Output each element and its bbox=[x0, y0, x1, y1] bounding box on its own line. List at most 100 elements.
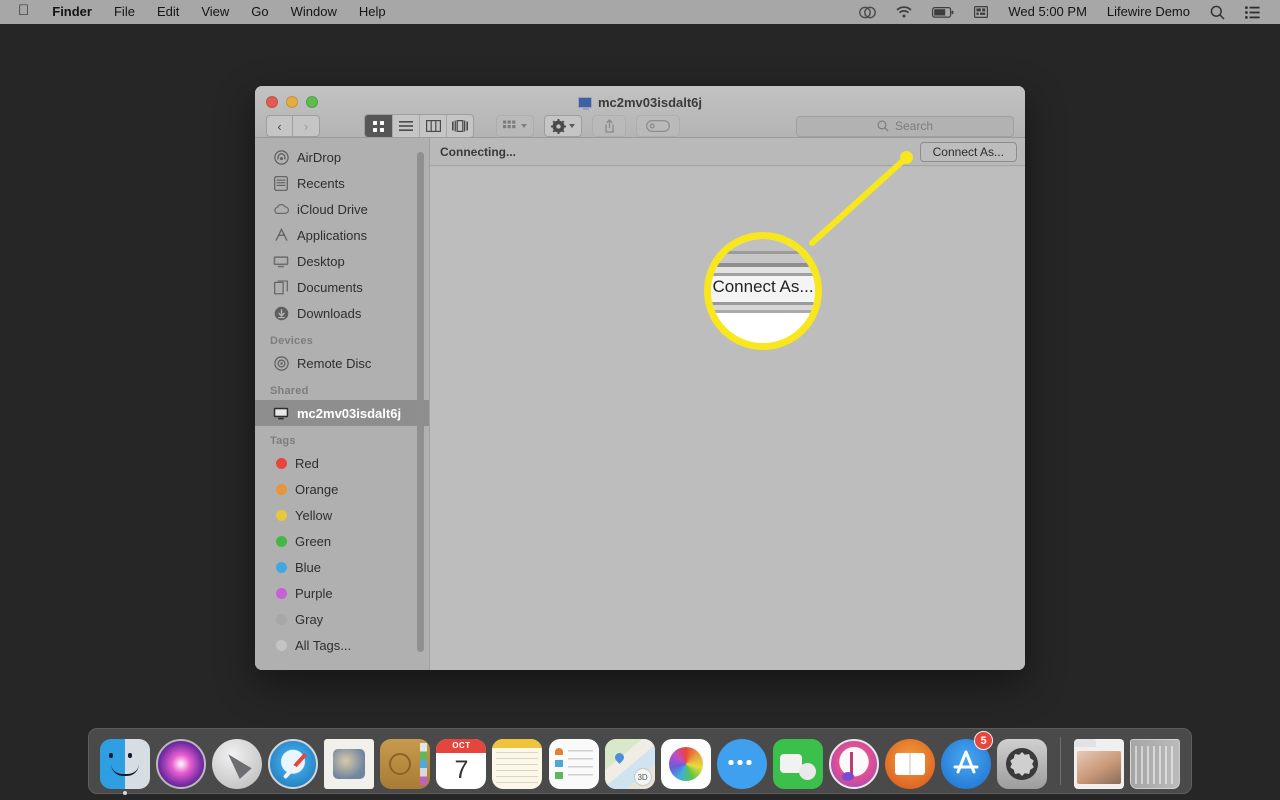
tag-dot-icon bbox=[276, 639, 287, 651]
view-mode-buttons bbox=[364, 114, 474, 138]
dock-item-mail[interactable] bbox=[323, 733, 375, 789]
battery-icon[interactable] bbox=[922, 0, 964, 24]
dock-item-reminders[interactable] bbox=[548, 733, 600, 789]
shared-computer-icon bbox=[273, 405, 289, 421]
remote-disc-icon bbox=[273, 355, 289, 371]
sidebar-item-label: Documents bbox=[297, 279, 363, 295]
list-view-button[interactable] bbox=[392, 115, 419, 137]
dock-item-photos[interactable] bbox=[660, 733, 712, 789]
action-gear-button[interactable] bbox=[544, 115, 582, 137]
forward-button[interactable]: › bbox=[293, 115, 320, 137]
sidebar-item-downloads[interactable]: Downloads bbox=[255, 300, 429, 326]
dock-item-system-preferences[interactable] bbox=[996, 733, 1048, 789]
calendar-icon: OCT 7 bbox=[436, 739, 487, 789]
connect-as-button[interactable]: Connect As... bbox=[919, 141, 1017, 162]
tag-dot-icon bbox=[276, 561, 287, 573]
menu-bar-user[interactable]: Lifewire Demo bbox=[1097, 0, 1200, 24]
menu-item-view[interactable]: View bbox=[190, 0, 240, 24]
menu-item-edit[interactable]: Edit bbox=[146, 0, 190, 24]
arrange-button[interactable] bbox=[496, 115, 534, 137]
wifi-icon[interactable] bbox=[886, 0, 922, 24]
sidebar-tag-purple[interactable]: Purple bbox=[255, 580, 429, 606]
menu-item-file[interactable]: File bbox=[103, 0, 146, 24]
window-titlebar[interactable]: mc2mv03isdalt6j ‹ › Search bbox=[255, 86, 1025, 138]
dock-item-notes[interactable] bbox=[491, 733, 543, 789]
menu-bar:  Finder File Edit View Go Window Help W… bbox=[0, 0, 1280, 24]
gallery-view-button[interactable] bbox=[446, 115, 473, 137]
books-icon bbox=[884, 739, 935, 789]
siri-icon bbox=[156, 739, 207, 789]
tag-dot-icon bbox=[276, 509, 287, 521]
dock-item-downloads-folder[interactable] bbox=[1073, 733, 1125, 789]
sidebar-tag-orange[interactable]: Orange bbox=[255, 476, 429, 502]
sidebar-item-documents[interactable]: Documents bbox=[255, 274, 429, 300]
dock-item-itunes[interactable] bbox=[828, 733, 880, 789]
sidebar-scrollbar[interactable] bbox=[417, 152, 424, 652]
dock-item-launchpad[interactable] bbox=[211, 733, 263, 789]
finder-toolbar: ‹ › Search bbox=[255, 114, 1025, 138]
dock-item-messages[interactable] bbox=[716, 733, 768, 789]
dock-item-calendar[interactable]: OCT 7 bbox=[435, 733, 487, 789]
sidebar-item-icloud-drive[interactable]: iCloud Drive bbox=[255, 196, 429, 222]
dock-item-app-store[interactable]: 5 bbox=[940, 731, 993, 789]
search-input[interactable]: Search bbox=[796, 115, 1014, 137]
notification-center-icon[interactable] bbox=[1235, 0, 1270, 24]
apple-logo-icon[interactable]:  bbox=[10, 0, 41, 24]
menu-item-window[interactable]: Window bbox=[280, 0, 348, 24]
sidebar-item-label: Gray bbox=[295, 611, 324, 627]
sidebar-tag-blue[interactable]: Blue bbox=[255, 554, 429, 580]
sidebar-item-label: Green bbox=[295, 533, 332, 549]
sidebar-item-mc2mv03isdalt6j[interactable]: mc2mv03isdalt6j bbox=[255, 400, 429, 426]
sidebar-item-label: Desktop bbox=[297, 253, 345, 269]
navigation-buttons: ‹ › bbox=[266, 115, 320, 137]
menu-bar-clock[interactable]: Wed 5:00 PM bbox=[998, 0, 1097, 24]
dock-item-safari[interactable] bbox=[267, 733, 319, 789]
menu-item-finder[interactable]: Finder bbox=[41, 0, 103, 24]
search-icon[interactable] bbox=[1200, 0, 1235, 24]
sidebar-item-airdrop[interactable]: AirDrop bbox=[255, 144, 429, 170]
sidebar-tag-green[interactable]: Green bbox=[255, 528, 429, 554]
sidebar-item-remote-disc[interactable]: Remote Disc bbox=[255, 350, 429, 376]
desktop:  Finder File Edit View Go Window Help W… bbox=[0, 0, 1280, 800]
window-title-bar-text: mc2mv03isdalt6j bbox=[255, 95, 1025, 110]
sidebar-tag-yellow[interactable]: Yellow bbox=[255, 502, 429, 528]
icon-view-button[interactable] bbox=[365, 115, 392, 137]
dock-item-books[interactable] bbox=[884, 733, 936, 789]
chevron-down-icon bbox=[569, 124, 575, 128]
sidebar-item-label: Downloads bbox=[297, 305, 362, 321]
messages-icon bbox=[716, 739, 767, 789]
share-button[interactable] bbox=[592, 115, 626, 137]
mail-icon bbox=[324, 739, 375, 789]
back-button[interactable]: ‹ bbox=[266, 115, 293, 137]
tag-button[interactable] bbox=[636, 115, 680, 137]
sidebar-group-tags: Tags bbox=[270, 435, 296, 447]
file-list-area[interactable] bbox=[430, 167, 1025, 670]
menu-item-help[interactable]: Help bbox=[348, 0, 397, 24]
sidebar-tag-gray[interactable]: Gray bbox=[255, 606, 429, 632]
downloads-icon bbox=[273, 305, 289, 321]
input-source-icon[interactable] bbox=[964, 0, 998, 24]
running-indicator bbox=[123, 791, 128, 795]
app-store-badge: 5 bbox=[974, 731, 993, 750]
sidebar-item-applications[interactable]: Applications bbox=[255, 222, 429, 248]
dock-item-contacts[interactable] bbox=[379, 733, 431, 789]
sidebar-tag-red[interactable]: Red bbox=[255, 450, 429, 476]
sidebar-item-recents[interactable]: Recents bbox=[255, 170, 429, 196]
dock-item-trash[interactable] bbox=[1129, 733, 1181, 789]
sidebar-tag-all-tags[interactable]: All Tags... bbox=[255, 632, 429, 658]
dock-item-maps[interactable]: 3D bbox=[604, 733, 656, 789]
menu-item-go[interactable]: Go bbox=[240, 0, 279, 24]
sidebar-item-desktop[interactable]: Desktop bbox=[255, 248, 429, 274]
column-view-button[interactable] bbox=[419, 115, 446, 137]
dock-item-finder[interactable] bbox=[99, 733, 151, 795]
sidebar-group-devices: Devices bbox=[270, 335, 313, 347]
connection-status-bar: Connecting... Connect As... bbox=[430, 138, 1025, 166]
finder-content: Connecting... Connect As... bbox=[430, 138, 1025, 670]
screen-sharing-icon[interactable] bbox=[849, 0, 886, 24]
dock-item-facetime[interactable] bbox=[772, 733, 824, 789]
dock-divider bbox=[1060, 737, 1061, 785]
finder-window: mc2mv03isdalt6j ‹ › Search AirDrop Recen… bbox=[255, 86, 1025, 670]
dock-item-siri[interactable] bbox=[155, 733, 207, 789]
system-preferences-icon bbox=[997, 739, 1048, 789]
sidebar-group-shared: Shared bbox=[270, 385, 309, 397]
